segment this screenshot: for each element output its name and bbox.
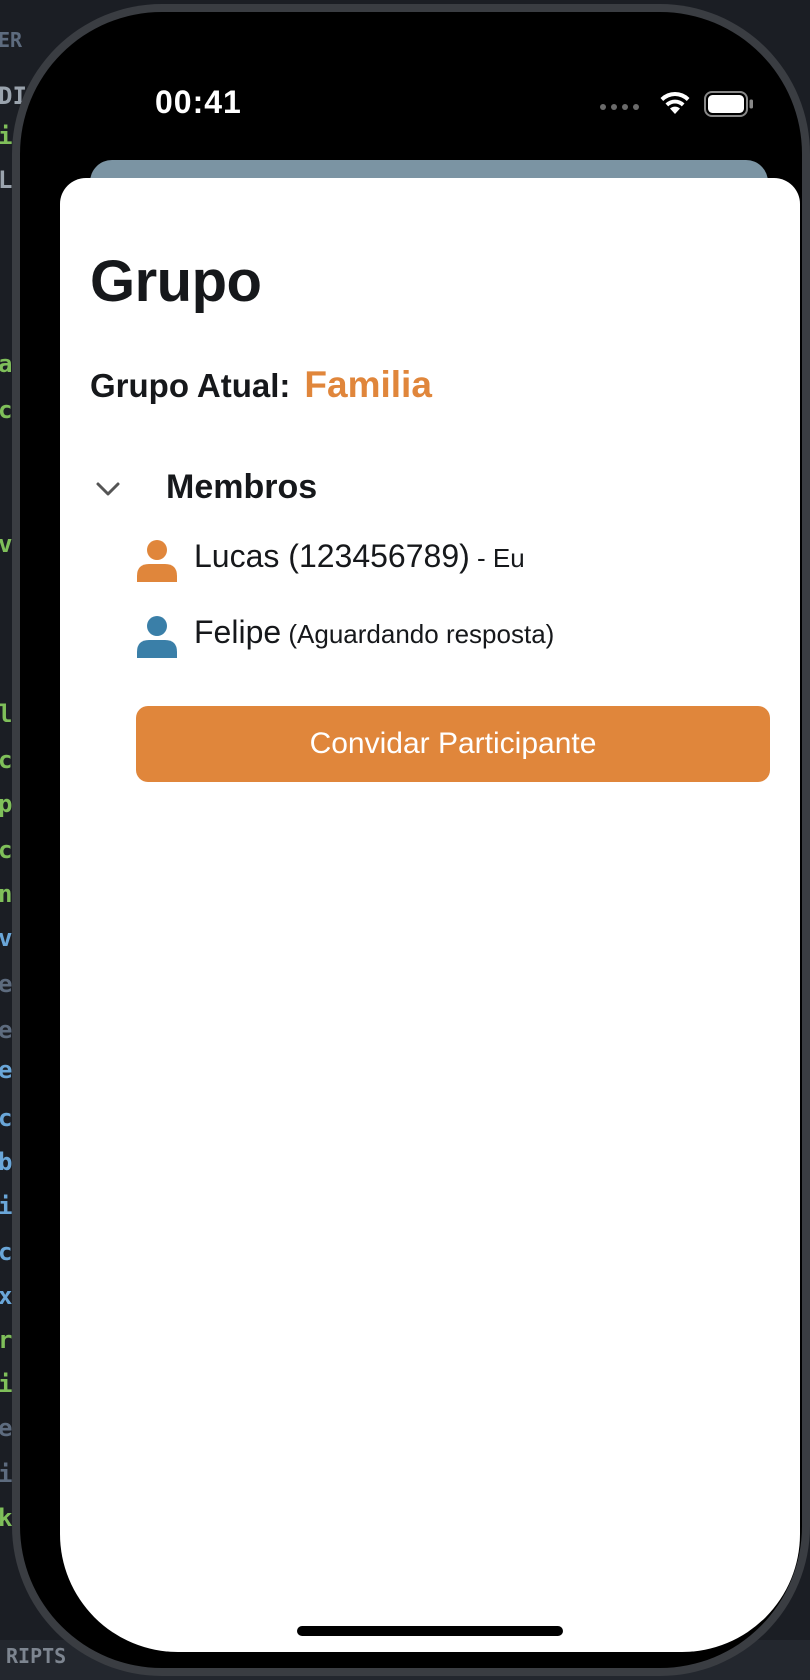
current-group-row: Grupo Atual: Familia xyxy=(90,364,432,408)
members-section-label: Membros xyxy=(166,468,318,506)
current-group-label: Grupo Atual: xyxy=(90,367,291,404)
status-time: 00:41 xyxy=(155,84,242,120)
invite-participant-button[interactable]: Convidar Participante xyxy=(136,706,770,782)
person-icon xyxy=(137,540,177,582)
battery-icon xyxy=(704,91,753,117)
wifi-icon xyxy=(660,91,690,114)
phone-screen: 00:41 Grupo Grupo Atual: Familia Membros… xyxy=(20,12,802,1668)
home-indicator xyxy=(297,1626,563,1636)
group-sheet: Grupo Grupo Atual: Familia Membros Lucas … xyxy=(60,178,800,1652)
chevron-down-icon xyxy=(96,482,120,496)
cellular-signal-icon xyxy=(600,104,639,110)
member-name: Felipe (Aguardando resposta) xyxy=(194,614,555,650)
member-name: Lucas (123456789) - Eu xyxy=(194,538,525,574)
status-bar: 00:41 xyxy=(60,72,800,132)
person-icon xyxy=(137,616,177,658)
page-title: Grupo xyxy=(90,249,262,314)
current-group-value: Familia xyxy=(304,364,432,405)
status-indicators xyxy=(570,88,770,122)
